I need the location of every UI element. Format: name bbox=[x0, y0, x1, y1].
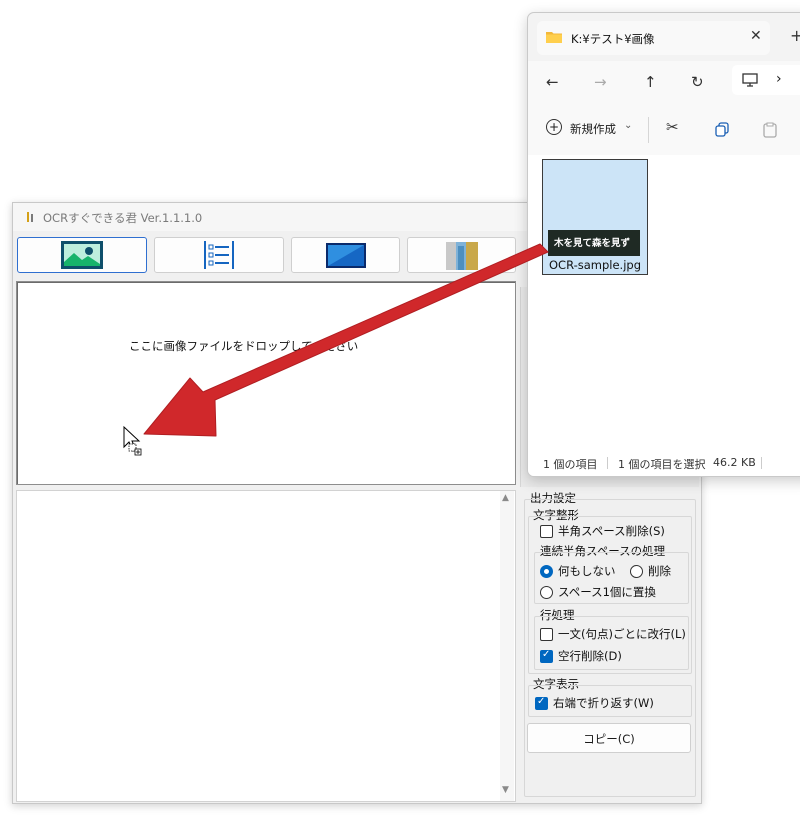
drag-arrow bbox=[143, 243, 549, 437]
drag-cursor-icon bbox=[123, 425, 142, 456]
drag-arrow-overlay bbox=[123, 243, 549, 456]
